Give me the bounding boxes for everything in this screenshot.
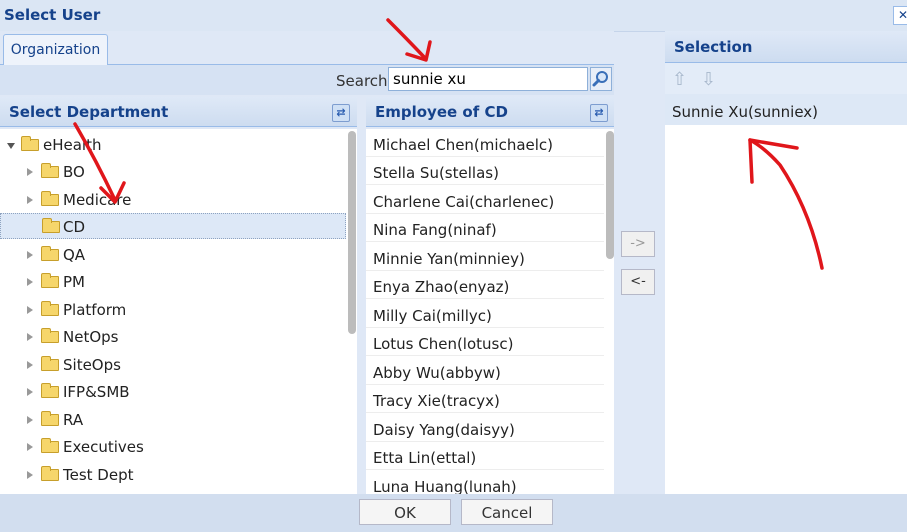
- dialog-titlebar: Select User: [0, 0, 907, 32]
- tree-node-netops[interactable]: NetOps: [0, 324, 346, 350]
- search-label: Search: [336, 72, 388, 90]
- dialog-footer: OK Cancel: [0, 494, 907, 532]
- selection-panel-title: Selection: [674, 38, 753, 56]
- employee-scrollbar[interactable]: [606, 131, 614, 259]
- tree-node-qa[interactable]: QA: [0, 242, 346, 268]
- employee-row[interactable]: Charlene Cai(charlenec): [366, 186, 604, 214]
- folder-icon: [41, 273, 59, 288]
- selection-toolbar: ⇧ ⇩: [665, 63, 907, 94]
- folder-icon: [41, 438, 59, 453]
- folder-icon: [41, 328, 59, 343]
- employee-row[interactable]: Abby Wu(abbyw): [366, 357, 604, 385]
- tab-strip: Organization: [0, 31, 614, 65]
- dialog-title: Select User: [4, 6, 101, 24]
- employee-refresh-icon[interactable]: ⇄: [590, 104, 608, 122]
- tree-node-label: RA: [63, 411, 84, 429]
- tree-node-bo[interactable]: BO: [0, 159, 346, 185]
- folder-open-icon: [42, 218, 60, 233]
- employee-panel-header: Employee of CD ⇄: [366, 97, 614, 127]
- tree-node-label: Platform: [63, 301, 127, 319]
- employee-row[interactable]: Nina Fang(ninaf): [366, 214, 604, 242]
- expand-arrow-icon[interactable]: [27, 278, 33, 286]
- expand-arrow-icon[interactable]: [27, 251, 33, 259]
- expand-arrow-icon[interactable]: [27, 388, 33, 396]
- tree-node-platform[interactable]: Platform: [0, 297, 346, 323]
- remove-from-selection-button[interactable]: <-: [621, 269, 655, 295]
- department-tree: eHealth BO Medicare CD QA PM Platform Ne…: [0, 129, 357, 495]
- tree-node-test-dept[interactable]: Test Dept: [0, 462, 346, 488]
- department-panel-header: Select Department ⇄: [0, 97, 357, 127]
- folder-icon: [41, 191, 59, 206]
- selection-panel: Selection ⇧ ⇩ Sunnie Xu(sunniex): [665, 31, 907, 495]
- tree-node-label: eHealth: [43, 136, 102, 154]
- expand-arrow-icon[interactable]: [27, 361, 33, 369]
- tree-node-label: BO: [63, 163, 85, 181]
- department-panel-title: Select Department: [9, 103, 169, 121]
- tree-node-label: Executives: [63, 438, 144, 456]
- tree-node-ifp-smb[interactable]: IFP&SMB: [0, 379, 346, 405]
- add-to-selection-button[interactable]: ->: [621, 231, 655, 257]
- employee-row[interactable]: Stella Su(stellas): [366, 157, 604, 185]
- employee-list: Michael Chen(michaelc) Stella Su(stellas…: [366, 129, 614, 495]
- selected-user-row[interactable]: Sunnie Xu(sunniex): [665, 94, 907, 125]
- folder-open-icon: [21, 136, 39, 151]
- selection-panel-header: Selection: [665, 31, 907, 63]
- employee-row[interactable]: Luna Huang(lunah): [366, 471, 604, 495]
- folder-icon: [41, 246, 59, 261]
- tree-node-ra[interactable]: RA: [0, 407, 346, 433]
- expand-arrow-icon[interactable]: [27, 333, 33, 341]
- collapse-arrow-icon[interactable]: [7, 143, 15, 149]
- folder-icon: [41, 411, 59, 426]
- expand-arrow-icon[interactable]: [27, 306, 33, 314]
- employee-row[interactable]: Minnie Yan(minniey): [366, 243, 604, 271]
- employee-row[interactable]: Tracy Xie(tracyx): [366, 385, 604, 413]
- folder-icon: [41, 301, 59, 316]
- tree-node-root[interactable]: eHealth: [0, 132, 346, 158]
- search-button[interactable]: [590, 67, 612, 91]
- employee-row[interactable]: Enya Zhao(enyaz): [366, 271, 604, 299]
- folder-icon: [41, 163, 59, 178]
- expand-arrow-icon[interactable]: [27, 196, 33, 204]
- employee-row[interactable]: Michael Chen(michaelc): [366, 129, 604, 157]
- tree-node-label: Medicare: [63, 191, 132, 209]
- move-down-icon[interactable]: ⇩: [701, 69, 716, 90]
- expand-arrow-icon[interactable]: [27, 168, 33, 176]
- ok-button[interactable]: OK: [359, 499, 451, 525]
- tree-node-label: PM: [63, 273, 85, 291]
- tree-node-label: QA: [63, 246, 86, 264]
- tree-node-label: SiteOps: [63, 356, 121, 374]
- department-refresh-icon[interactable]: ⇄: [332, 104, 350, 122]
- search-icon: [592, 71, 608, 87]
- folder-icon: [41, 383, 59, 398]
- folder-icon: [41, 466, 59, 481]
- employee-row[interactable]: Daisy Yang(daisyy): [366, 414, 604, 442]
- employee-panel-title: Employee of CD: [375, 103, 508, 121]
- tree-node-label: IFP&SMB: [63, 383, 130, 401]
- search-bar: Search: [0, 65, 614, 95]
- tree-node-pm[interactable]: PM: [0, 269, 346, 295]
- employee-row[interactable]: Lotus Chen(lotusc): [366, 328, 604, 356]
- department-scrollbar[interactable]: [348, 131, 356, 334]
- tab-organization[interactable]: Organization: [3, 34, 108, 65]
- expand-arrow-icon[interactable]: [27, 416, 33, 424]
- search-input[interactable]: [388, 67, 588, 91]
- tree-node-medicare[interactable]: Medicare: [0, 187, 346, 213]
- tree-node-label: NetOps: [63, 328, 119, 346]
- employee-row[interactable]: Etta Lin(ettal): [366, 442, 604, 470]
- move-up-icon[interactable]: ⇧: [672, 69, 687, 90]
- tree-node-siteops[interactable]: SiteOps: [0, 352, 346, 378]
- tree-node-label: CD: [63, 218, 86, 236]
- tree-node-label: Test Dept: [63, 466, 134, 484]
- tree-node-executives[interactable]: Executives: [0, 434, 346, 460]
- folder-icon: [41, 356, 59, 371]
- tree-node-cd[interactable]: CD: [0, 213, 346, 239]
- close-icon[interactable]: ✕: [893, 6, 907, 25]
- expand-arrow-icon[interactable]: [27, 443, 33, 451]
- expand-arrow-icon[interactable]: [27, 471, 33, 479]
- cancel-button[interactable]: Cancel: [461, 499, 553, 525]
- employee-row[interactable]: Milly Cai(millyc): [366, 300, 604, 328]
